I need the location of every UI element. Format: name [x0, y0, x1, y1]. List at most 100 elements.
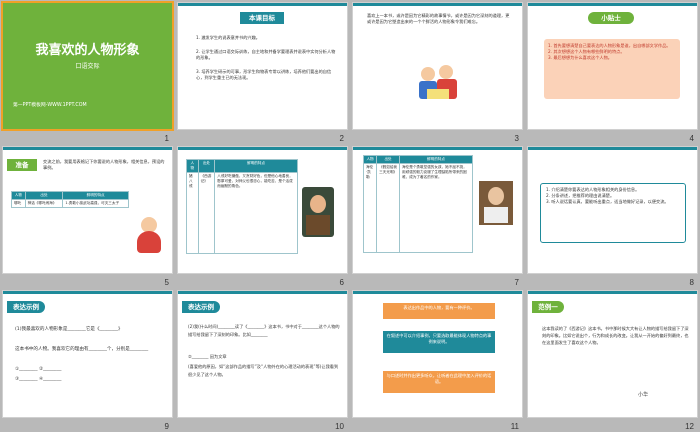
- slide-12-signature: 小华: [638, 392, 649, 398]
- slide-9-line-3: ①________ ②________: [15, 367, 62, 372]
- slide-number: 9: [164, 422, 169, 431]
- slide-2-item-1: 1. 激发学生的说表意并书的兴趣。: [196, 35, 260, 40]
- tip-box-2: 在叙述中可以介绍事例，只要选取最能体现人物特点的事例来说明。: [383, 331, 495, 353]
- col-header: 人物: [362, 155, 378, 164]
- tips-box: 1. 首先要想清楚自己要表达的人物形象是谁，出自哪部文学作品。 2. 其次想想这…: [544, 39, 680, 99]
- nezha-illustration: [133, 217, 165, 257]
- slide-3-canvas: 喜欢上一本书，或许是因为它精彩的故事情节，或许是因为它深刻的道理，更或许是因为它…: [352, 2, 523, 130]
- slide-5-table: 人物 出处 鲜明的特点 哪吒 神话《哪吒闹海》 1.勇敢小孩武功高强，可灭三太子: [11, 191, 129, 208]
- slide-10-canvas: 表达示例 (2)我(什么时间)________读了《________》这本书，书…: [177, 290, 348, 418]
- slide-top-bar: [178, 3, 347, 6]
- slide-number: 8: [689, 278, 694, 287]
- slide-thumb-6[interactable]: 人物 出处 鲜明的特点 猪八戒 《西游记》 八戒好吃懒做，又贪财好色，但是他心地…: [175, 144, 350, 288]
- slide-6-canvas: 人物 出处 鲜明的特点 猪八戒 《西游记》 八戒好吃懒做，又贪财好色，但是他心地…: [177, 146, 348, 274]
- slide-2-header: 本课目标: [240, 12, 284, 24]
- slide-thumb-1[interactable]: 我喜欢的人物形象 口语交际 第一PPT模板网-WWW.1PPT.COM 1: [0, 0, 175, 144]
- table-row: 海伦·凯勒 《假如给我三天光明》 海伦是个勇敢坚强的女孩，她不屈不挠，用顽强的毅…: [362, 163, 473, 253]
- slide-8-canvas: 1. 介绍清楚你要表达的人物形象相关的身份信息。 2. 分条讲述，把推荐的理由说…: [527, 146, 698, 274]
- reading-children-illustration: [417, 59, 461, 107]
- slide-2-item-2: 2. 让学生通过口语交际训练，自主地和并备学要理表并说表中实何分析人物的形象。: [196, 49, 336, 61]
- slide-9-canvas: 表达示例 (1)我最喜欢的人物形象是________它是《________》 这…: [2, 290, 173, 418]
- slide-thumb-8[interactable]: 1. 介绍清楚你要表达的人物形象相关的身份信息。 2. 分条讲述，把推荐的理由说…: [525, 144, 700, 288]
- note-3: 3. 听人说话要认真，要能听出重点，适当地做好记录，以便交流。: [546, 199, 669, 205]
- slide-9-line-2: 这本书中的人物。我喜欢它的理由有________个，分别是________: [15, 347, 149, 352]
- slide-number: 4: [689, 134, 694, 143]
- slide-thumb-10[interactable]: 表达示例 (2)我(什么时间)________读了《________》这本书，书…: [175, 288, 350, 432]
- slide-number: 1: [164, 134, 169, 143]
- slide-thumb-9[interactable]: 表达示例 (1)我最喜欢的人物形象是________它是《________》 这…: [0, 288, 175, 432]
- slide-thumb-7[interactable]: 人物 出处 鲜明的特点 海伦·凯勒 《假如给我三天光明》 海伦是个勇敢坚强的女孩…: [350, 144, 525, 288]
- col-header: 人物: [186, 159, 199, 173]
- slide-9-line-1: (1)我最喜欢的人物形象是________它是《________》: [15, 327, 123, 332]
- slide-thumb-3[interactable]: 喜欢上一本书，或许是因为它精彩的故事情节，或许是因为它深刻的道理，更或许是因为它…: [350, 0, 525, 144]
- slide-number: 7: [514, 278, 519, 287]
- cell: 海伦·凯勒: [362, 163, 378, 253]
- slide-7-canvas: 人物 出处 鲜明的特点 海伦·凯勒 《假如给我三天光明》 海伦是个勇敢坚强的女孩…: [352, 146, 523, 274]
- character-photo: [302, 187, 334, 237]
- slide-thumb-4[interactable]: 小贴士 1. 首先要想清楚自己要表达的人物形象是谁，出自哪部文学作品。 2. 其…: [525, 0, 700, 144]
- slide-4-header: 小贴士: [588, 12, 634, 24]
- tip-3: 3. 最后想想为什么喜欢这个人物。: [548, 55, 612, 61]
- col-header: 鲜明的特点: [62, 191, 129, 200]
- slide-10-line-2: ②________ 因为文章: [188, 354, 227, 359]
- cell: 猪八戒: [186, 172, 199, 254]
- col-header: 人物: [11, 191, 26, 200]
- slide-thumb-5[interactable]: 准备 交流之前，我要用表格记下你要说的人物形象，相关信息，预设的事例。 人物 出…: [0, 144, 175, 288]
- slide-top-bar: [528, 147, 697, 150]
- slide-4-canvas: 小贴士 1. 首先要想清楚自己要表达的人物形象是谁，出自哪部文学作品。 2. 其…: [527, 2, 698, 130]
- cell: 《西游记》: [197, 172, 216, 254]
- slide-12-canvas: 范例一 这本我读的了《西游记》这本书。书中那时候大大有让人物的描写给我留下了深刻…: [527, 290, 698, 418]
- slide-top-bar: [528, 291, 697, 294]
- slide-10-line-1: (2)我(什么时间)________读了《________》这本书，书中对于__…: [188, 324, 340, 337]
- col-header: 鲜明的特点: [399, 155, 473, 164]
- slide-10-tag: 表达示例: [182, 301, 220, 313]
- slide-thumb-12[interactable]: 范例一 这本我读的了《西游记》这本书。书中那时候大大有让人物的描写给我留下了深刻…: [525, 288, 700, 432]
- table-row: 哪吒 神话《哪吒闹海》 1.勇敢小孩武功高强，可灭三太子: [11, 199, 129, 208]
- slide-number: 10: [335, 422, 344, 431]
- slide-5-text: 交流之前，我要用表格记下你要说的人物形象，相关信息，预设的事例。: [43, 159, 165, 171]
- col-header: 鲜明的特点: [214, 159, 298, 173]
- slide-thumb-11[interactable]: 表达出作品中的人物，要有一种评价。 在叙述中可以介绍事例，只要选取最能体现人物特…: [350, 288, 525, 432]
- slide-top-bar: [3, 147, 172, 150]
- slide-5-canvas: 准备 交流之前，我要用表格记下你要说的人物形象，相关信息，预设的事例。 人物 出…: [2, 146, 173, 274]
- slide-1-footer: 第一PPT模板网-WWW.1PPT.COM: [13, 103, 87, 108]
- slide-1-subtitle: 口语交际: [75, 63, 100, 70]
- slide-11-canvas: 表达出作品中的人物，要有一种评价。 在叙述中可以介绍事例，只要选取最能体现人物特…: [352, 290, 523, 418]
- slide-5-tag: 准备: [7, 159, 37, 171]
- character-portrait: [479, 181, 513, 225]
- col-header: 出处: [24, 191, 64, 200]
- slide-number: 11: [510, 422, 519, 431]
- slide-sorter-grid: 我喜欢的人物形象 口语交际 第一PPT模板网-WWW.1PPT.COM 1 本课…: [0, 0, 700, 431]
- slide-number: 6: [339, 278, 344, 287]
- table-row: 猪八戒 《西游记》 八戒好吃懒做，又贪财好色，但是他心地善良，憨厚可爱，对师父也…: [186, 172, 298, 254]
- slide-number: 2: [339, 134, 344, 143]
- cell: 海伦是个勇敢坚强的女孩，她不屈不挠，用顽强的毅力克服了生理缺陷所带来的困难，成为…: [399, 163, 473, 253]
- slide-top-bar: [178, 147, 347, 150]
- cell: 神话《哪吒闹海》: [24, 199, 64, 208]
- slide-6-table: 人物 出处 鲜明的特点 猪八戒 《西游记》 八戒好吃懒做，又贪财好色，但是他心地…: [186, 159, 298, 254]
- slide-number: 3: [514, 134, 519, 143]
- cell: 1.勇敢小孩武功高强，可灭三太子: [62, 199, 129, 208]
- slide-top-bar: [353, 3, 522, 6]
- slide-top-bar: [178, 291, 347, 294]
- slide-number: 5: [164, 278, 169, 287]
- slide-12-text: 这本我读的了《西游记》这本书。书中那时候大大有让人物的描写给我留下了深刻的印象。…: [542, 326, 689, 346]
- slide-7-table: 人物 出处 鲜明的特点 海伦·凯勒 《假如给我三天光明》 海伦是个勇敢坚强的女孩…: [362, 155, 473, 253]
- col-header: 出处: [376, 155, 401, 164]
- slide-2-item-3: 3. 培养学生研示的可事，形学生和物表专常以讲练，培养他们要出的自信心，到学生重…: [196, 69, 332, 81]
- cell: 《假如给我三天光明》: [376, 163, 401, 253]
- slide-thumb-2[interactable]: 本课目标 1. 激发学生的说表意并书的兴趣。 2. 让学生通过口语交际训练，自主…: [175, 0, 350, 144]
- slide-2-canvas: 本课目标 1. 激发学生的说表意并书的兴趣。 2. 让学生通过口语交际训练，自主…: [177, 2, 348, 130]
- cell: 哪吒: [11, 199, 26, 208]
- tip-box-3: 与口述时并作出更多听众，让听者在此理中加入评价的话语。: [383, 371, 495, 393]
- slide-top-bar: [528, 3, 697, 6]
- slide-number: 12: [685, 422, 694, 431]
- slide-3-text: 喜欢上一本书，或许是因为它精彩的故事情节，或许是因为它深刻的道理，更或许是因为它…: [367, 13, 510, 25]
- slide-top-bar: [353, 147, 522, 150]
- tip-box-1: 表达出作品中的人物，要有一种评价。: [383, 303, 495, 319]
- slide-9-tag: 表达示例: [7, 301, 45, 313]
- slide-10-line-3: (喜爱他的原因，如“这部作品的描写”及“人物外在的心理活动的表现”等)让我看到很…: [188, 364, 339, 377]
- cell: 八戒好吃懒做，又贪财好色，但是他心地善良，憨厚可爱，对师父也很忠心，能吃苦，是个…: [214, 172, 298, 254]
- slide-top-bar: [353, 291, 522, 294]
- col-header: 出处: [197, 159, 216, 173]
